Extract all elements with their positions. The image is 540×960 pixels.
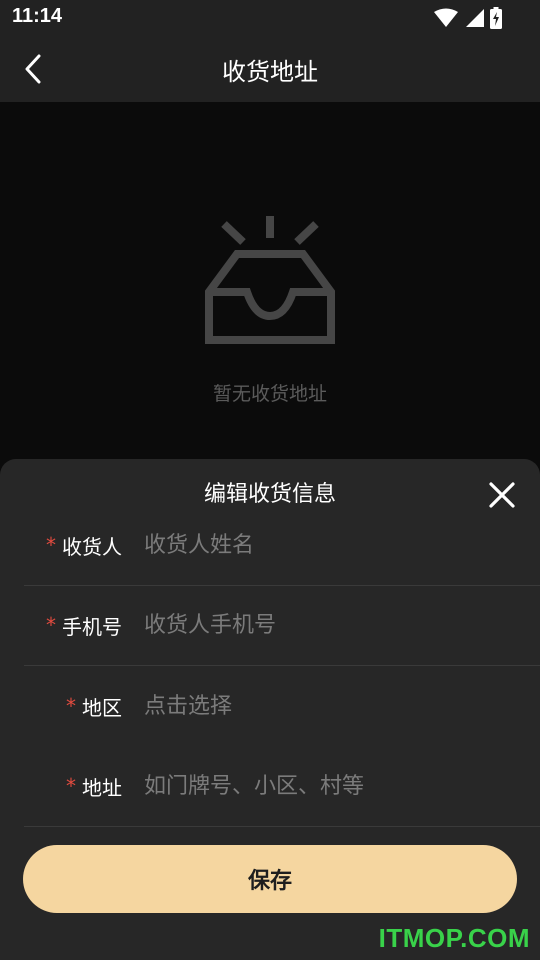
required-mark: * <box>66 774 76 798</box>
empty-state-text: 暂无收货地址 <box>212 383 327 405</box>
signal-icon <box>466 9 484 27</box>
address-detail-input[interactable] <box>144 766 514 806</box>
app-header: 收货地址 <box>0 36 540 102</box>
phone-label: * 手机号 <box>46 585 122 665</box>
address-label: * 地址 <box>66 746 122 826</box>
wifi-icon <box>434 8 458 27</box>
region-select-input[interactable] <box>144 686 514 726</box>
form-row-receiver: * 收货人 <box>24 505 540 586</box>
phone-label-text: 手机号 <box>62 614 122 639</box>
address-label-text: 地址 <box>82 775 122 800</box>
page-title: 收货地址 <box>222 58 318 86</box>
status-time: 11:14 <box>12 5 63 27</box>
empty-state: 暂无收货地址 <box>0 102 540 462</box>
receiver-label: * 收货人 <box>46 505 122 585</box>
region-label: * 地区 <box>66 666 122 746</box>
watermark: ITMOP.COM <box>378 923 530 953</box>
empty-inbox-icon <box>205 216 335 344</box>
form-row-address: * 地址 <box>24 746 540 827</box>
receiver-label-text: 收货人 <box>62 534 122 559</box>
status-icons <box>434 7 502 29</box>
region-label-text: 地区 <box>82 695 122 720</box>
save-button[interactable]: 保存 <box>23 845 517 913</box>
required-mark: * <box>46 533 56 557</box>
required-mark: * <box>66 694 76 718</box>
form-row-region[interactable]: * 地区 <box>24 666 540 746</box>
status-bar: 11:14 <box>0 0 540 36</box>
receiver-name-input[interactable] <box>144 525 514 565</box>
phone-input[interactable] <box>144 605 514 645</box>
form-row-phone: * 手机号 <box>24 585 540 666</box>
required-mark: * <box>46 613 56 637</box>
edit-address-sheet: 编辑收货信息 * 收货人 * 手机号 * 地区 * 地址 <box>0 459 540 960</box>
battery-charging-icon <box>490 7 502 29</box>
sheet-title: 编辑收货信息 <box>203 482 336 507</box>
